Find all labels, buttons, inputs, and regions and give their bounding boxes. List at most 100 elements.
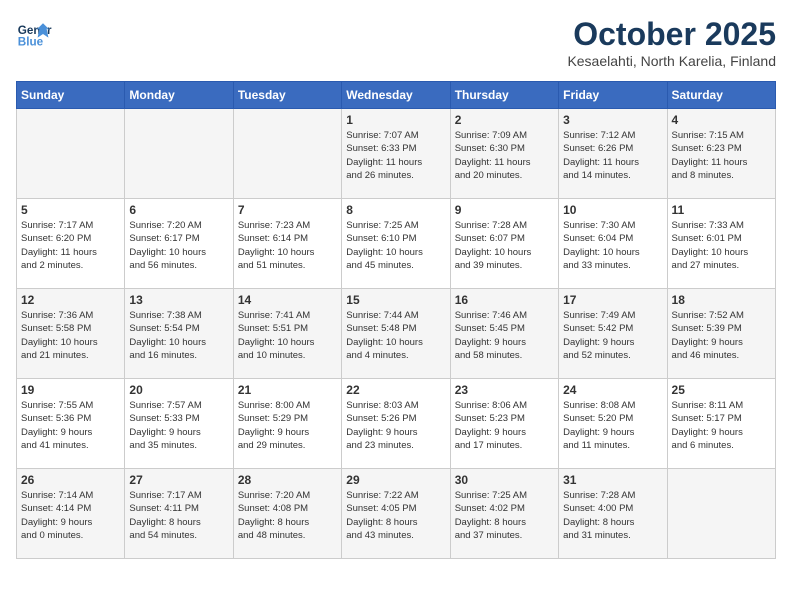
day-info: Sunrise: 8:08 AM Sunset: 5:20 PM Dayligh… (563, 399, 662, 452)
calendar-week-row: 12 Sunrise: 7:36 AM Sunset: 5:58 PM Dayli… (17, 289, 776, 379)
calendar-week-row: 26 Sunrise: 7:14 AM Sunset: 4:14 PM Dayli… (17, 469, 776, 559)
day-number: 24 (563, 383, 662, 397)
calendar-cell: 16 Sunrise: 7:46 AM Sunset: 5:45 PM Dayli… (450, 289, 558, 379)
day-number: 18 (672, 293, 771, 307)
calendar-cell (233, 109, 341, 199)
calendar-cell: 7 Sunrise: 7:23 AM Sunset: 6:14 PM Daylig… (233, 199, 341, 289)
location: Kesaelahti, North Karelia, Finland (567, 53, 776, 69)
day-info: Sunrise: 7:52 AM Sunset: 5:39 PM Dayligh… (672, 309, 771, 362)
day-number: 9 (455, 203, 554, 217)
day-info: Sunrise: 7:30 AM Sunset: 6:04 PM Dayligh… (563, 219, 662, 272)
day-info: Sunrise: 7:23 AM Sunset: 6:14 PM Dayligh… (238, 219, 337, 272)
day-info: Sunrise: 7:25 AM Sunset: 4:02 PM Dayligh… (455, 489, 554, 542)
day-number: 27 (129, 473, 228, 487)
calendar-cell: 13Sunrise: 7:38 AM Sunset: 5:54 PM Dayli… (125, 289, 233, 379)
day-info: Sunrise: 7:12 AM Sunset: 6:26 PM Dayligh… (563, 129, 662, 182)
calendar-cell: 6Sunrise: 7:20 AM Sunset: 6:17 PM Daylig… (125, 199, 233, 289)
day-info: Sunrise: 7:14 AM Sunset: 4:14 PM Dayligh… (21, 489, 120, 542)
day-info: Sunrise: 7:20 AM Sunset: 4:08 PM Dayligh… (238, 489, 337, 542)
calendar-cell: 27 Sunrise: 7:17 AM Sunset: 4:11 PM Dayli… (125, 469, 233, 559)
calendar-cell: 2 Sunrise: 7:09 AM Sunset: 6:30 PM Daylig… (450, 109, 558, 199)
col-header-wednesday: Wednesday (342, 82, 450, 109)
calendar-cell: 3Sunrise: 7:12 AM Sunset: 6:26 PM Daylig… (559, 109, 667, 199)
day-info: Sunrise: 7:38 AM Sunset: 5:54 PM Dayligh… (129, 309, 228, 362)
day-info: Sunrise: 7:41 AM Sunset: 5:51 PM Dayligh… (238, 309, 337, 362)
day-info: Sunrise: 7:28 AM Sunset: 6:07 PM Dayligh… (455, 219, 554, 272)
day-number: 20 (129, 383, 228, 397)
calendar-cell: 23 Sunrise: 8:06 AM Sunset: 5:23 PM Dayli… (450, 379, 558, 469)
day-info: Sunrise: 8:00 AM Sunset: 5:29 PM Dayligh… (238, 399, 337, 452)
day-number: 7 (238, 203, 337, 217)
calendar-cell: 22Sunrise: 8:03 AM Sunset: 5:26 PM Dayli… (342, 379, 450, 469)
day-number: 2 (455, 113, 554, 127)
col-header-saturday: Saturday (667, 82, 775, 109)
day-info: Sunrise: 7:22 AM Sunset: 4:05 PM Dayligh… (346, 489, 445, 542)
calendar-cell: 14 Sunrise: 7:41 AM Sunset: 5:51 PM Dayli… (233, 289, 341, 379)
calendar-cell (667, 469, 775, 559)
calendar-cell (125, 109, 233, 199)
page-header: General Blue October 2025 Kesaelahti, No… (16, 16, 776, 69)
calendar-cell: 11 Sunrise: 7:33 AM Sunset: 6:01 PM Dayli… (667, 199, 775, 289)
calendar-cell: 4 Sunrise: 7:15 AM Sunset: 6:23 PM Daylig… (667, 109, 775, 199)
logo: General Blue (16, 16, 56, 52)
day-info: Sunrise: 7:46 AM Sunset: 5:45 PM Dayligh… (455, 309, 554, 362)
day-number: 1 (346, 113, 445, 127)
day-number: 14 (238, 293, 337, 307)
calendar-cell: 10 Sunrise: 7:30 AM Sunset: 6:04 PM Dayli… (559, 199, 667, 289)
day-info: Sunrise: 7:17 AM Sunset: 6:20 PM Dayligh… (21, 219, 120, 272)
calendar-cell: 21 Sunrise: 8:00 AM Sunset: 5:29 PM Dayli… (233, 379, 341, 469)
day-number: 6 (129, 203, 228, 217)
day-number: 19 (21, 383, 120, 397)
calendar-cell: 30Sunrise: 7:25 AM Sunset: 4:02 PM Dayli… (450, 469, 558, 559)
day-info: Sunrise: 7:15 AM Sunset: 6:23 PM Dayligh… (672, 129, 771, 182)
col-header-thursday: Thursday (450, 82, 558, 109)
calendar-cell: 28Sunrise: 7:20 AM Sunset: 4:08 PM Dayli… (233, 469, 341, 559)
day-info: Sunrise: 7:44 AM Sunset: 5:48 PM Dayligh… (346, 309, 445, 362)
day-number: 29 (346, 473, 445, 487)
calendar-week-row: 5 Sunrise: 7:17 AM Sunset: 6:20 PM Daylig… (17, 199, 776, 289)
day-number: 31 (563, 473, 662, 487)
calendar-cell: 17 Sunrise: 7:49 AM Sunset: 5:42 PM Dayli… (559, 289, 667, 379)
calendar-cell: 12 Sunrise: 7:36 AM Sunset: 5:58 PM Dayli… (17, 289, 125, 379)
day-info: Sunrise: 7:55 AM Sunset: 5:36 PM Dayligh… (21, 399, 120, 452)
day-number: 12 (21, 293, 120, 307)
day-info: Sunrise: 7:09 AM Sunset: 6:30 PM Dayligh… (455, 129, 554, 182)
day-info: Sunrise: 7:49 AM Sunset: 5:42 PM Dayligh… (563, 309, 662, 362)
calendar-week-row: 1 Sunrise: 7:07 AM Sunset: 6:33 PM Daylig… (17, 109, 776, 199)
day-number: 11 (672, 203, 771, 217)
day-info: Sunrise: 7:25 AM Sunset: 6:10 PM Dayligh… (346, 219, 445, 272)
calendar-cell: 24 Sunrise: 8:08 AM Sunset: 5:20 PM Dayli… (559, 379, 667, 469)
day-info: Sunrise: 8:06 AM Sunset: 5:23 PM Dayligh… (455, 399, 554, 452)
day-info: Sunrise: 7:33 AM Sunset: 6:01 PM Dayligh… (672, 219, 771, 272)
calendar-cell: 1 Sunrise: 7:07 AM Sunset: 6:33 PM Daylig… (342, 109, 450, 199)
title-block: October 2025 Kesaelahti, North Karelia, … (567, 16, 776, 69)
col-header-sunday: Sunday (17, 82, 125, 109)
day-number: 22 (346, 383, 445, 397)
calendar-week-row: 19 Sunrise: 7:55 AM Sunset: 5:36 PM Dayli… (17, 379, 776, 469)
month-title: October 2025 (567, 16, 776, 53)
day-number: 15 (346, 293, 445, 307)
col-header-monday: Monday (125, 82, 233, 109)
day-info: Sunrise: 7:28 AM Sunset: 4:00 PM Dayligh… (563, 489, 662, 542)
day-number: 21 (238, 383, 337, 397)
day-number: 5 (21, 203, 120, 217)
day-number: 4 (672, 113, 771, 127)
calendar-cell: 19 Sunrise: 7:55 AM Sunset: 5:36 PM Dayli… (17, 379, 125, 469)
day-info: Sunrise: 7:17 AM Sunset: 4:11 PM Dayligh… (129, 489, 228, 542)
calendar-header-row: SundayMondayTuesdayWednesdayThursdayFrid… (17, 82, 776, 109)
logo-icon: General Blue (16, 16, 52, 52)
col-header-friday: Friday (559, 82, 667, 109)
day-info: Sunrise: 7:07 AM Sunset: 6:33 PM Dayligh… (346, 129, 445, 182)
day-number: 17 (563, 293, 662, 307)
day-number: 10 (563, 203, 662, 217)
calendar-cell: 26 Sunrise: 7:14 AM Sunset: 4:14 PM Dayli… (17, 469, 125, 559)
day-number: 23 (455, 383, 554, 397)
day-number: 8 (346, 203, 445, 217)
calendar-cell: 18 Sunrise: 7:52 AM Sunset: 5:39 PM Dayli… (667, 289, 775, 379)
calendar-cell (17, 109, 125, 199)
day-info: Sunrise: 7:36 AM Sunset: 5:58 PM Dayligh… (21, 309, 120, 362)
day-number: 26 (21, 473, 120, 487)
day-number: 16 (455, 293, 554, 307)
calendar-cell: 29 Sunrise: 7:22 AM Sunset: 4:05 PM Dayli… (342, 469, 450, 559)
calendar-cell: 5 Sunrise: 7:17 AM Sunset: 6:20 PM Daylig… (17, 199, 125, 289)
